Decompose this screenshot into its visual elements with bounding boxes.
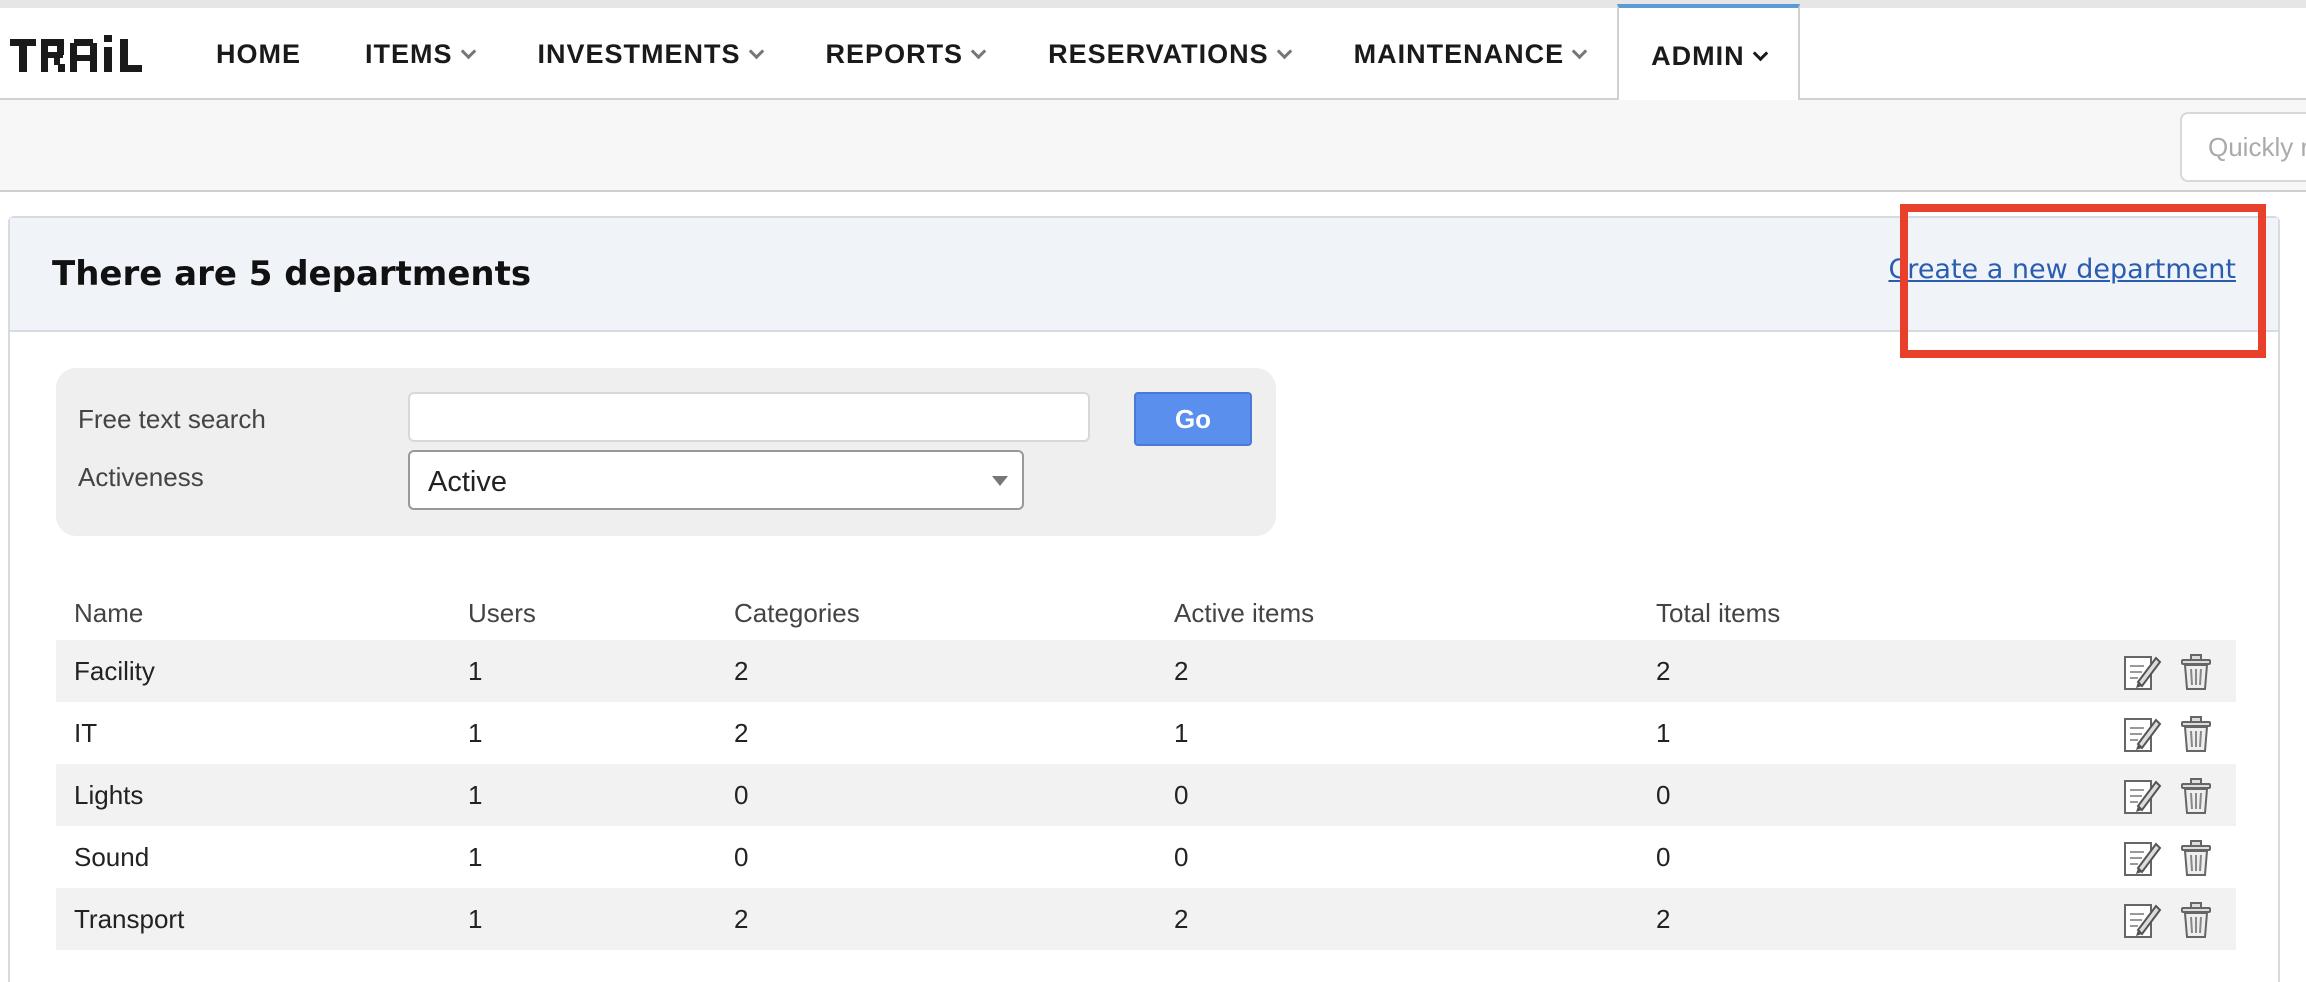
nav-item-label: RESERVATIONS — [1048, 38, 1269, 69]
chevron-down-icon — [970, 43, 987, 59]
sub-toolbar: Quickly r — [0, 100, 2306, 192]
trash-icon[interactable] — [2176, 714, 2216, 754]
table-cell: 2 — [1174, 656, 1189, 686]
table-cell: 0 — [734, 780, 749, 810]
activeness-label: Activeness — [78, 462, 204, 492]
table-cell: 1 — [468, 842, 483, 872]
nav-item-home[interactable]: HOME — [184, 8, 333, 100]
table-row[interactable]: Facility 1 2 2 2 — [56, 640, 2236, 702]
table-cell: Transport — [74, 904, 185, 934]
table-cell: Lights — [74, 780, 144, 810]
table-cell: 2 — [734, 718, 749, 748]
table-cell: 1 — [1656, 718, 1671, 748]
table-row[interactable]: Lights 1 0 0 0 — [56, 764, 2236, 826]
table-cell: Sound — [74, 842, 150, 872]
free-text-search-label: Free text search — [78, 404, 266, 434]
chevron-down-icon — [1571, 43, 1588, 59]
table-cell: 2 — [1656, 904, 1671, 934]
table-cell: Facility — [74, 656, 155, 686]
row-actions — [2122, 714, 2216, 754]
filter-box: Free text search Go Activeness Active — [56, 368, 1276, 536]
trail-logo-mark — [10, 35, 142, 72]
nav-item-admin[interactable]: ADMIN — [1617, 4, 1800, 104]
trash-icon[interactable] — [2176, 838, 2216, 878]
nav-item-label: ITEMS — [365, 38, 453, 69]
trash-icon[interactable] — [2176, 900, 2216, 940]
table-cell: 0 — [1174, 780, 1189, 810]
quick-search-input[interactable]: Quickly r — [2180, 112, 2306, 182]
trail-logo[interactable] — [10, 30, 160, 80]
edit-icon[interactable] — [2122, 652, 2162, 692]
nav-item-items[interactable]: ITEMS — [333, 8, 506, 100]
edit-icon[interactable] — [2122, 714, 2162, 754]
row-actions — [2122, 776, 2216, 816]
table-cell: 1 — [468, 656, 483, 686]
table-cell: 0 — [734, 842, 749, 872]
table-cell: 1 — [468, 904, 483, 934]
nav-item-maintenance[interactable]: MAINTENANCE — [1322, 8, 1618, 100]
edit-icon[interactable] — [2122, 838, 2162, 878]
row-actions — [2122, 900, 2216, 940]
nav-item-label: MAINTENANCE — [1353, 38, 1565, 69]
column-header-categories[interactable]: Categories — [734, 598, 860, 629]
column-header-active-items[interactable]: Active items — [1174, 598, 1314, 629]
activeness-selected-value: Active — [428, 466, 507, 498]
main-nav: HOME ITEMS INVESTMENTS REPORTS RESERVATIONS M… — [184, 4, 1800, 104]
trash-icon[interactable] — [2176, 776, 2216, 816]
nav-item-label: ADMIN — [1651, 40, 1745, 71]
table-body: Facility 1 2 2 2 IT 1 2 1 1 Lights 1 0 0 0 Sound 1 0 0 0 Tra… — [56, 640, 2236, 950]
column-header-users[interactable]: Users — [468, 598, 536, 629]
dropdown-arrow-icon — [992, 476, 1008, 486]
chevron-down-icon — [460, 43, 476, 59]
nav-item-label: INVESTMENTS — [537, 38, 741, 69]
table-row[interactable]: Transport 1 2 2 2 — [56, 888, 2236, 950]
nav-item-investments[interactable]: INVESTMENTS — [506, 8, 794, 100]
column-header-total-items[interactable]: Total items — [1656, 598, 1780, 629]
activeness-select[interactable]: Active — [408, 450, 1024, 510]
departments-table: Name Users Categories Active items Total… — [56, 578, 2236, 950]
nav-item-reports[interactable]: REPORTS — [794, 8, 1017, 100]
highlight-annotation — [1900, 204, 2266, 358]
nav-item-reservations[interactable]: RESERVATIONS — [1016, 8, 1322, 100]
chevron-down-icon — [1752, 45, 1768, 61]
table-cell: 0 — [1656, 780, 1671, 810]
free-text-search-input[interactable] — [408, 392, 1090, 442]
table-row[interactable]: Sound 1 0 0 0 — [56, 826, 2236, 888]
edit-icon[interactable] — [2122, 776, 2162, 816]
column-header-name[interactable]: Name — [74, 598, 143, 629]
table-cell: 2 — [734, 904, 749, 934]
table-cell: IT — [74, 718, 98, 748]
table-cell: 0 — [1656, 842, 1671, 872]
go-button[interactable]: Go — [1134, 392, 1252, 446]
top-navigation-bar: HOME ITEMS INVESTMENTS REPORTS RESERVATIONS M… — [0, 0, 2306, 104]
row-actions — [2122, 652, 2216, 692]
trash-icon[interactable] — [2176, 652, 2216, 692]
table-cell: 0 — [1174, 842, 1189, 872]
nav-item-label: REPORTS — [825, 38, 964, 69]
table-cell: 2 — [1656, 656, 1671, 686]
row-actions — [2122, 838, 2216, 878]
chevron-down-icon — [748, 43, 764, 59]
table-cell: 1 — [468, 780, 483, 810]
table-cell: 1 — [1174, 718, 1189, 748]
chevron-down-icon — [1276, 43, 1292, 59]
table-cell: 2 — [1174, 904, 1189, 934]
table-cell: 2 — [734, 656, 749, 686]
nav-item-label: HOME — [216, 38, 301, 69]
table-header-row: Name Users Categories Active items Total… — [56, 578, 2236, 640]
edit-icon[interactable] — [2122, 900, 2162, 940]
table-row[interactable]: IT 1 2 1 1 — [56, 702, 2236, 764]
page-title: There are 5 departments — [52, 254, 532, 294]
table-cell: 1 — [468, 718, 483, 748]
